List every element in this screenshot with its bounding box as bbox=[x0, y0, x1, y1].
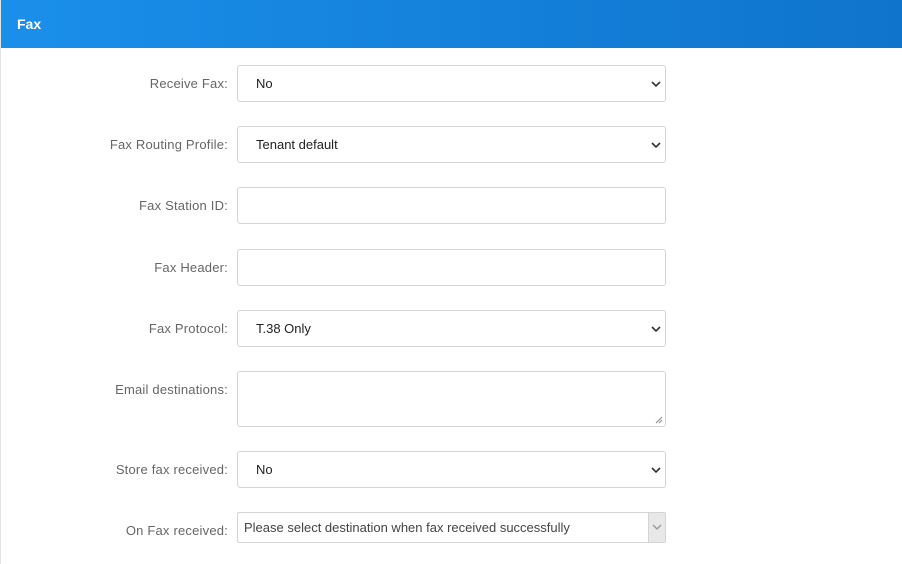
resize-grip-icon[interactable] bbox=[655, 416, 663, 424]
protocol-select[interactable]: T.38 Only bbox=[237, 310, 666, 347]
receive-fax-select[interactable]: No bbox=[237, 65, 666, 102]
chevron-down-icon bbox=[651, 142, 661, 149]
fax-panel: Fax Receive Fax: No Fax Routing Profile:… bbox=[0, 0, 902, 564]
store-fax-label: Store fax received: bbox=[115, 462, 228, 477]
store-fax-value: No bbox=[256, 462, 273, 477]
chevron-down-icon bbox=[651, 326, 661, 333]
on-fax-received-select[interactable]: Please select destination when fax recei… bbox=[237, 512, 666, 543]
chevron-down-icon bbox=[651, 467, 661, 474]
fax-header-label: Fax Header: bbox=[154, 260, 228, 275]
store-fax-select[interactable]: No bbox=[237, 451, 666, 488]
chevron-down-icon bbox=[651, 81, 661, 88]
protocol-value: T.38 Only bbox=[256, 321, 311, 336]
dropdown-toggle[interactable] bbox=[648, 513, 665, 542]
station-id-input[interactable] bbox=[237, 187, 666, 224]
panel-title: Fax bbox=[1, 0, 902, 48]
receive-fax-value: No bbox=[256, 76, 273, 91]
fax-header-input[interactable] bbox=[237, 249, 666, 286]
routing-profile-value: Tenant default bbox=[256, 137, 338, 152]
email-destinations-textarea[interactable] bbox=[237, 371, 666, 427]
routing-profile-select[interactable]: Tenant default bbox=[237, 126, 666, 163]
receive-fax-label: Receive Fax: bbox=[149, 76, 228, 91]
on-fax-received-placeholder: Please select destination when fax recei… bbox=[244, 520, 570, 535]
station-id-label: Fax Station ID: bbox=[139, 198, 228, 213]
email-destinations-label: Email destinations: bbox=[115, 382, 228, 397]
on-fax-received-label: On Fax received: bbox=[125, 523, 228, 538]
protocol-label: Fax Protocol: bbox=[148, 321, 228, 336]
chevron-down-icon bbox=[652, 524, 662, 530]
routing-profile-label: Fax Routing Profile: bbox=[109, 137, 228, 152]
